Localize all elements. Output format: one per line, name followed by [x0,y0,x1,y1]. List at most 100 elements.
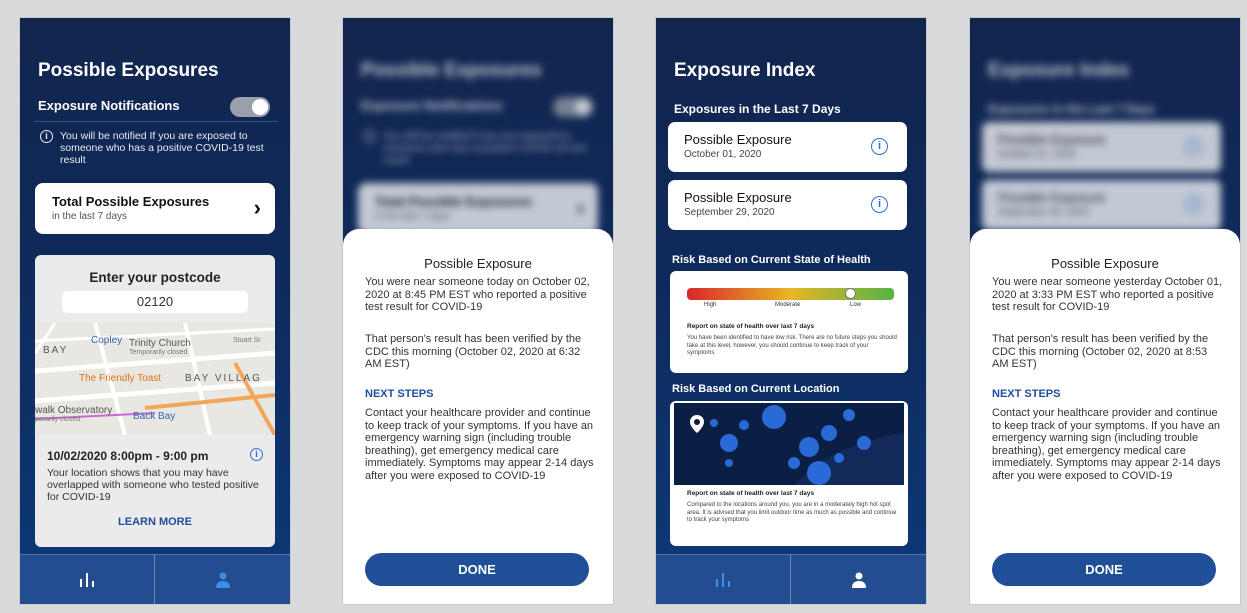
risk-level-low: Low [850,302,862,308]
tab-bar [656,554,926,604]
info-icon[interactable]: i [871,196,888,213]
done-button[interactable]: DONE [365,553,589,586]
map-label-observatory-status: porarily closed [35,416,81,423]
tab-profile[interactable] [791,555,926,604]
notification-info: i You will be notified If you are expose… [38,130,274,166]
location-map[interactable]: BAY Copley Trinity Church Temporarily cl… [35,323,275,435]
next-steps-heading: NEXT STEPS [992,388,1061,400]
info-icon[interactable]: i [250,448,263,461]
exposure-notifications-row: Exposure Notifications [38,97,270,121]
tab-bar [20,554,290,604]
hotspot-map[interactable] [674,403,904,485]
risk-location-report-title: Report on state of health over last 7 da… [687,490,815,497]
map-label-back-bay: Back Bay [133,411,176,422]
sheet-title: Possible Exposure [424,256,532,271]
exposure-card-title: Possible Exposure [684,190,792,205]
chevron-right-icon: › [253,195,261,220]
total-title-blurred: Total Possible Exposures [375,194,533,209]
verification-paragraph: That person's result has been verified b… [365,333,582,370]
exposure-card-date: September 29, 2020 [684,207,775,218]
toggle-blurred [553,97,593,117]
tab-profile[interactable] [155,555,290,604]
bar-chart-icon [716,573,730,587]
person-icon [851,572,866,588]
done-button[interactable]: DONE [992,553,1216,586]
map-label-observatory: walk Observatory [35,405,113,416]
exposure-card-date: September 29, 2020 [998,207,1089,218]
map-label-friendly-toast: The Friendly Toast [79,373,162,384]
learn-more-link[interactable]: LEARN MORE [35,516,275,528]
location-pin-icon [690,415,704,433]
risk-gauge-marker [845,288,856,299]
exposure-card-title: Possible Exposure [998,132,1106,147]
risk-health-heading: Risk Based on Current State of Health [672,254,871,266]
map-label-stuart-st: Stuart St [233,337,261,344]
exposure-detail-sheet: Possible Exposure You were near someone … [343,229,613,604]
exposure-paragraph: You were near someone yesterday October … [992,276,1223,313]
toggle-knob [252,99,268,115]
screen-exposure-detail-yesterday: Exposure Index Exposures in the Last 7 D… [969,17,1241,605]
exposure-detail-sheet: Possible Exposure You were near someone … [970,229,1240,604]
risk-location-heading: Risk Based on Current Location [672,383,840,395]
exposure-card-blurred: Possible Exposure October 01, 2020 i [982,122,1221,172]
risk-health-description: You have been identified to have low ris… [687,335,897,356]
info-blurred: i You will be notified If you are expose… [361,130,597,166]
exposure-notifications-toggle[interactable] [230,97,270,117]
screen-exposure-index: Exposure Index Exposures in the Last 7 D… [655,17,927,605]
exposure-notifications-label: Exposure Notifications [38,98,180,113]
map-label-trinity-church: Trinity Church [129,338,191,349]
postcode-card: Enter your postcode 02120 BAY Copley Tri… [35,255,275,547]
exposure-card[interactable]: Possible Exposure October 01, 2020 i [668,122,907,172]
divider [34,121,278,122]
toggle-label-blurred: Exposure Notifications [361,98,503,113]
exposure-description: Your location shows that you may have ov… [47,467,259,503]
toggle-row-blurred: Exposure Notifications [361,97,593,121]
info-text-blurred: You will be notified If you are exposed … [383,130,587,166]
risk-health-report-title: Report on state of health over last 7 da… [687,323,815,330]
screen-exposure-detail-today: Possible Exposures Exposure Notification… [342,17,614,605]
page-title: Possible Exposures [38,60,219,81]
map-label-copley: Copley [91,335,123,346]
map-label-bay: BAY [43,345,69,356]
chevron-right-icon: › [576,195,584,220]
risk-health-card: High Moderate Low Report on state of hea… [670,271,908,373]
exposure-card-blurred: Possible Exposure September 29, 2020 i [982,180,1221,230]
section-subtitle: Exposures in the Last 7 Days [674,102,841,116]
tab-stats[interactable] [20,555,155,604]
sheet-title: Possible Exposure [1051,256,1159,271]
next-steps-heading: NEXT STEPS [365,388,434,400]
risk-gauge [687,288,894,300]
map-label-bay-village: BAY VILLAG [185,373,262,384]
exposure-card-date: October 01, 2020 [998,149,1076,160]
total-exposures-subtitle: in the last 7 days [52,211,128,222]
page-title-blurred: Exposure Index [988,60,1130,81]
map-label-church-status: Temporarily closed [129,349,188,356]
info-icon[interactable]: i [871,138,888,155]
info-icon: i [1185,196,1202,213]
screen-possible-exposures: Possible Exposures Exposure Notification… [19,17,291,605]
postcode-input[interactable]: 02120 [62,291,248,313]
person-icon [215,572,230,588]
exposure-card-date: October 01, 2020 [684,149,762,160]
notification-info-text: You will be notified If you are exposed … [60,130,264,166]
exposure-time: 10/02/2020 8:00pm - 9:00 pm [47,449,209,463]
page-title-blurred: Possible Exposures [361,60,542,81]
bar-chart-icon [80,573,94,587]
next-steps-paragraph: Contact your healthcare provider and con… [365,407,594,482]
tab-stats[interactable] [656,555,791,604]
total-possible-exposures-card[interactable]: Total Possible Exposures in the last 7 d… [35,183,275,234]
info-icon: i [1185,138,1202,155]
subtitle-blurred: Exposures in the Last 7 Days [988,102,1155,116]
risk-level-moderate: Moderate [775,302,801,308]
exposure-card-title: Possible Exposure [998,190,1106,205]
exposure-paragraph: You were near someone today on October 0… [365,276,590,313]
verification-paragraph: That person's result has been verified b… [992,333,1209,370]
postcode-label: Enter your postcode [89,270,221,285]
next-steps-paragraph: Contact your healthcare provider and con… [992,407,1221,482]
info-icon: i [363,130,376,143]
toggle-knob [575,99,591,115]
exposure-card[interactable]: Possible Exposure September 29, 2020 i [668,180,907,230]
info-icon: i [40,130,53,143]
exposure-card-title: Possible Exposure [684,132,792,147]
risk-location-description: Compared to the locations around you, yo… [687,502,897,523]
